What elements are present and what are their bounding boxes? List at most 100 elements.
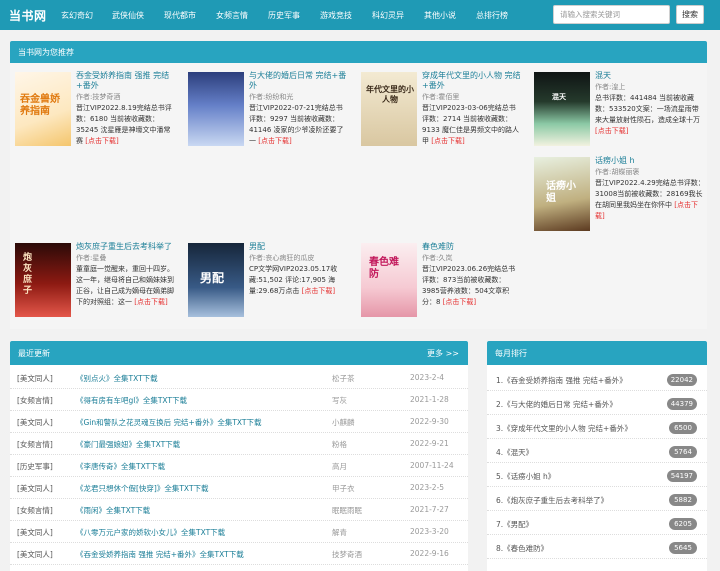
ranking-item: 2.《与大佬的婚后日常 完结+番外》 44379 [487, 393, 707, 415]
book-description: CP文学网VIP2023.05.17收藏:51,502 评论:17,905 海量… [249, 265, 338, 295]
table-row: [美文同人] 《龙君只想休个假[快穿]》全集TXT下载 甲子衣 2023-2-5 [10, 477, 468, 499]
nav-item-lishi[interactable]: 历史军事 [268, 10, 300, 21]
site-logo[interactable]: 当书网 [9, 7, 47, 24]
book-title-link[interactable]: 男配 [249, 242, 349, 252]
nav-item-paihang[interactable]: 总排行榜 [476, 10, 508, 21]
ranking-item-link[interactable]: 8.《春色难防》 [496, 543, 548, 554]
recommend-panel-title: 当书网为您推荐 [10, 41, 707, 63]
nav-item-kehuan[interactable]: 科幻灵异 [372, 10, 404, 21]
book-description: 晋江VIP2023.06.26完结总书评数：873当前被收藏数：3985营养液数… [422, 265, 516, 306]
download-link[interactable]: [点击下载] [258, 137, 291, 145]
row-title-link[interactable]: 《八零万元户家的娇软小女儿》全集TXT下载 [76, 527, 225, 538]
recommend-item: 吞金兽娇养指南 吞金受娇养指南 强推 完结+番外 作者:技梦奇酒 晋江VIP20… [10, 71, 176, 151]
row-category[interactable]: [女频言情] [17, 439, 53, 450]
row-title-link[interactable]: 《吞金受娇养指南 强推 完结+番外》全集TXT下载 [76, 549, 244, 560]
download-link[interactable]: [点击下载] [302, 287, 335, 295]
more-link[interactable]: 更多 >> [427, 348, 459, 359]
cover-text: 吞金兽娇养指南 [20, 94, 60, 117]
row-author: 解青 [332, 528, 347, 537]
row-title-link[interactable]: 《得有房有车吧gl》全集TXT下载 [76, 395, 187, 406]
table-row: [历史军事] 《李唐传奇》全集TXT下载 高月 2007-11-24 [10, 455, 468, 477]
nav-item-xuanhuan[interactable]: 玄幻奇幻 [61, 10, 93, 21]
row-title-link[interactable]: 《雨闲》全集TXT下载 [76, 505, 150, 516]
row-title-link[interactable]: 《李唐传奇》全集TXT下载 [76, 461, 165, 472]
count-badge: 5764 [669, 446, 697, 458]
book-author: 作者:湟上 [595, 83, 626, 91]
book-title-link[interactable]: 穿成年代文里的小人物 完结+番外 [422, 71, 522, 91]
book-title-link[interactable]: 春色难防 [422, 242, 522, 252]
search-button[interactable]: 搜索 [676, 5, 704, 24]
row-title-link[interactable]: 《Gin和警队之花灵魂互换后 完结+番外》全集TXT下载 [76, 417, 262, 428]
download-link[interactable]: [点击下载] [85, 137, 118, 145]
row-category[interactable]: [历史军事] [17, 461, 53, 472]
book-author: 作者:纷纷和光 [249, 93, 294, 101]
download-link[interactable]: [点击下载] [595, 127, 628, 135]
book-cover-image[interactable] [188, 72, 244, 146]
ranking-item-link[interactable]: 1.《吞金受娇养指南 强推 完结+番外》 [496, 375, 627, 386]
ranking-item-link[interactable]: 7.《男配》 [496, 519, 533, 530]
recommend-item: 混天 混天 作者:湟上 总书评数：441484 当前被收藏数：533520文案：… [529, 71, 707, 151]
ranking-item-link[interactable]: 5.《话痨小姐 h》 [496, 471, 555, 482]
count-badge: 5645 [669, 542, 697, 554]
row-category[interactable]: [美文同人] [17, 417, 53, 428]
download-link[interactable]: [点击下载] [134, 298, 167, 306]
book-cover-image[interactable]: 男配 [188, 243, 244, 317]
row-author: 高月 [332, 462, 347, 471]
table-row: [美文同人] 《Gin和警队之花灵魂互换后 完结+番外》全集TXT下载 小麒麟 202… [10, 411, 468, 433]
row-category[interactable]: [美文同人] [17, 527, 53, 538]
monthly-ranking-title: 每月排行 [487, 341, 707, 365]
cover-text: 春色难防 [369, 257, 399, 280]
book-author: 作者:技梦奇酒 [76, 93, 121, 101]
nav-item-youxi[interactable]: 游戏竞技 [320, 10, 352, 21]
book-description: 晋江VIP2022.4.29完结总书评数：31008当前被收藏数：28169我长… [595, 179, 705, 220]
row-date: 2007-11-24 [410, 461, 454, 470]
nav-item-yanqing[interactable]: 女频言情 [216, 10, 248, 21]
ranking-item: 1.《吞金受娇养指南 强推 完结+番外》 22042 [487, 369, 707, 391]
book-title-link[interactable]: 与大佬的婚后日常 完结+番外 [249, 71, 349, 91]
row-author: 小麒麟 [332, 418, 355, 427]
book-title-link[interactable]: 吞金受娇养指南 强推 完结+番外 [76, 71, 176, 91]
book-cover-image[interactable]: 年代文里的小人物 [361, 72, 417, 146]
book-title-link[interactable]: 混天 [595, 71, 705, 81]
latest-updates-panel: 最近更新 更多 >> [美文同人] 《别点火》全集TXT下载 松子茶 2023-2-4… [10, 341, 468, 571]
book-cover-image[interactable]: 吞金兽娇养指南 [15, 72, 71, 146]
book-title-link[interactable]: 炮灰庶子重生后去考科举了 [76, 242, 176, 252]
ranking-item-link[interactable]: 3.《穿成年代文里的小人物 完结+番外》 [496, 423, 632, 434]
recommend-item: 年代文里的小人物 穿成年代文里的小人物 完结+番外 作者:霍佰里 晋江VIP20… [356, 71, 522, 151]
monthly-ranking-panel: 每月排行 1.《吞金受娇养指南 强推 完结+番外》 22042 2.《与大佬的婚后… [487, 341, 707, 571]
search-input[interactable] [553, 5, 670, 24]
cover-text: 年代文里的小人物 [366, 84, 414, 104]
ranking-item-link[interactable]: 4.《混天》 [496, 447, 533, 458]
table-row: [美文同人] 《吞金受娇养指南 强推 完结+番外》全集TXT下载 技梦奇酒 2022-… [10, 543, 468, 565]
ranking-item: 4.《混天》 5764 [487, 441, 707, 463]
nav-item-wuxia[interactable]: 武侠仙侠 [112, 10, 144, 21]
download-link[interactable]: [点击下载] [443, 298, 476, 306]
ranking-item: 8.《春色难防》 5645 [487, 537, 707, 559]
nav-item-dushi[interactable]: 现代都市 [164, 10, 196, 21]
row-title-link[interactable]: 《别点火》全集TXT下载 [76, 373, 158, 384]
row-title-link[interactable]: 《豪门最强娘妞》全集TXT下载 [76, 439, 180, 450]
book-title-link[interactable]: 话痨小姐 h [595, 156, 705, 166]
book-cover-image[interactable]: 春色难防 [361, 243, 417, 317]
download-link[interactable]: [点击下载] [431, 137, 464, 145]
row-category[interactable]: [女频言情] [17, 395, 53, 406]
table-row: [美文同人] 《别点火》全集TXT下载 松子茶 2023-2-4 [10, 367, 468, 389]
row-date: 2022-9-16 [410, 549, 449, 558]
book-cover-image[interactable]: 话痨小姐 [534, 157, 590, 231]
ranking-item-link[interactable]: 2.《与大佬的婚后日常 完结+番外》 [496, 399, 617, 410]
nav-item-qita[interactable]: 其他小说 [424, 10, 456, 21]
row-category[interactable]: [美文同人] [17, 483, 53, 494]
row-title-link[interactable]: 《龙君只想休个假[快穿]》全集TXT下载 [76, 483, 209, 494]
book-cover-image[interactable]: 炮灰庶子 [15, 243, 71, 317]
recommend-item: 与大佬的婚后日常 完结+番外 作者:纷纷和光 晋江VIP2022-07-21完结… [183, 71, 349, 151]
book-cover-image[interactable]: 混天 [534, 72, 590, 146]
book-description: 总书评数：441484 当前被收藏数：533520文案：一场流星雨带来大量放射性… [595, 94, 700, 135]
ranking-item-link[interactable]: 6.《炮灰庶子重生后去考科举了》 [496, 495, 608, 506]
row-date: 2023-2-4 [410, 373, 445, 382]
row-author: 写灰 [332, 396, 347, 405]
row-date: 2021-7-27 [410, 505, 449, 514]
row-category[interactable]: [美文同人] [17, 373, 53, 384]
row-category[interactable]: [美文同人] [17, 549, 53, 560]
row-date: 2022-9-30 [410, 417, 449, 426]
row-category[interactable]: [女频言情] [17, 505, 53, 516]
